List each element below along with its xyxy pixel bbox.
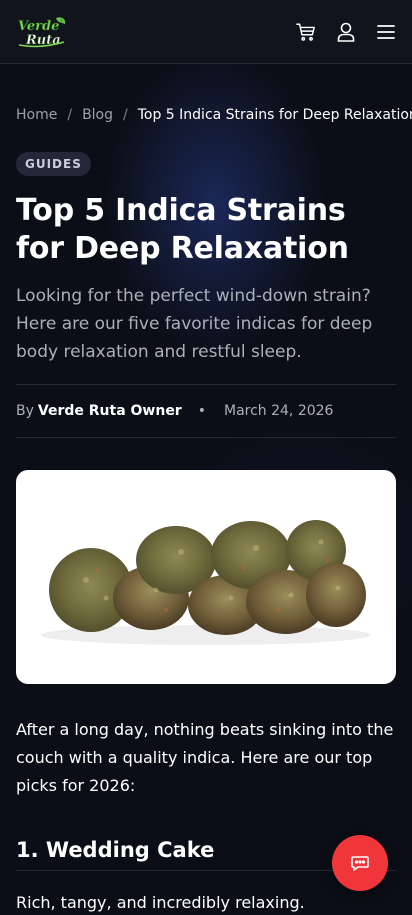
hero-image (16, 470, 396, 684)
breadcrumb-current: Top 5 Indica Strains for Deep Relaxation (137, 107, 412, 123)
article-title: Top 5 Indica Strains for Deep Relaxation (16, 193, 349, 266)
menu-icon[interactable] (376, 22, 396, 42)
site-header: Verde Ruta (0, 0, 412, 64)
article-intro: After a long day, nothing beats sinking … (16, 720, 394, 795)
breadcrumb-blog[interactable]: Blog (82, 107, 113, 123)
article-byline: By Verde Ruta Owner • March 24, 2026 (16, 384, 396, 438)
user-icon[interactable] (336, 22, 356, 42)
breadcrumb-separator: / (123, 107, 128, 123)
cart-icon[interactable] (296, 22, 316, 42)
author-name[interactable]: Verde Ruta Owner (38, 403, 182, 419)
publish-date: March 24, 2026 (223, 403, 334, 419)
svg-text:Verde: Verde (18, 19, 59, 34)
byline-separator: • (197, 403, 206, 419)
breadcrumb: Home / Blog / Top 5 Indica Strains for D… (16, 100, 412, 130)
chat-button[interactable] (332, 835, 388, 891)
by-label: By (16, 403, 34, 419)
verde-ruta-logo[interactable]: Verde Ruta (16, 14, 68, 50)
chat-icon (351, 856, 369, 871)
breadcrumb-home[interactable]: Home (16, 107, 57, 123)
article-lede: Looking for the perfect wind-down strain… (16, 286, 373, 362)
article-content: Home / Blog / Top 5 Indica Strains for D… (16, 100, 412, 915)
category-badge[interactable]: GUIDES (16, 152, 91, 176)
breadcrumb-separator: / (67, 107, 73, 123)
section-text: Rich, tangy, and incredibly relaxing. (16, 893, 305, 912)
